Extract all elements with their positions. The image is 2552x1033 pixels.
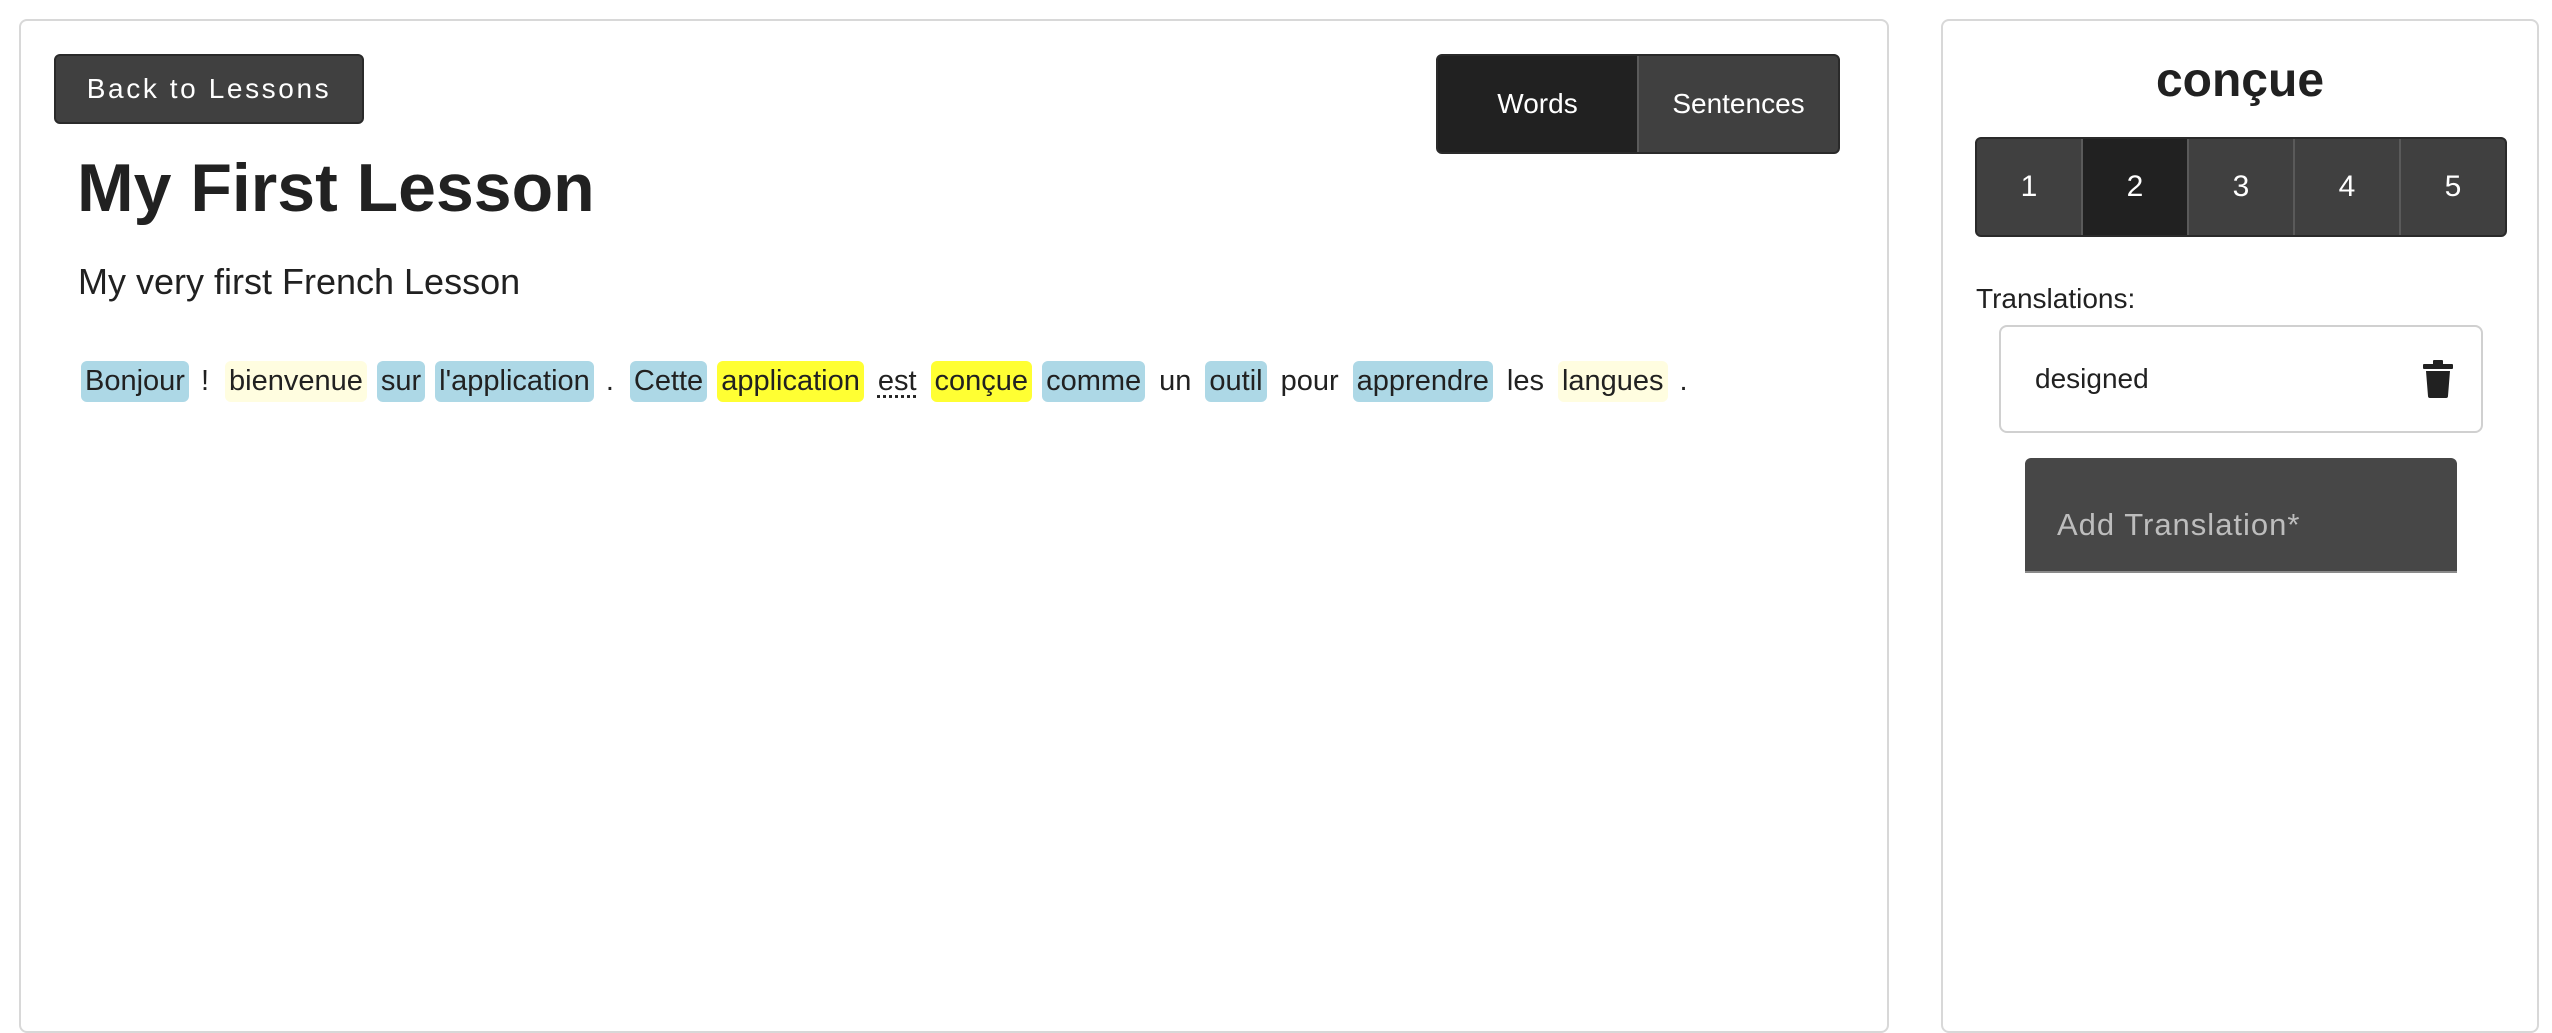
word-token[interactable]: application xyxy=(717,361,864,402)
back-to-lessons-button[interactable]: Back to Lessons xyxy=(54,54,364,124)
add-translation-input[interactable] xyxy=(2025,458,2457,573)
punctuation-token: . xyxy=(1679,365,1688,397)
word-token[interactable]: conçue xyxy=(930,361,1033,402)
level-5-button[interactable]: 5 xyxy=(2399,139,2505,235)
word-token[interactable]: sur xyxy=(376,361,426,402)
word-token[interactable]: Bonjour xyxy=(81,361,189,402)
word-token[interactable]: est xyxy=(874,361,921,402)
punctuation-token: ! xyxy=(200,365,210,397)
word-token[interactable]: comme xyxy=(1042,361,1146,402)
word-token[interactable]: pour xyxy=(1277,361,1343,402)
lesson-description: My very first French Lesson xyxy=(78,261,521,302)
word-detail-panel: conçue 1 2 3 4 5 Translations: designed xyxy=(1941,19,2539,1033)
lesson-text: Bonjour! bienvenue sur l'application. Cette a… xyxy=(81,361,1704,402)
word-token[interactable]: outil xyxy=(1205,361,1267,402)
punctuation-token: . xyxy=(605,365,614,397)
word-token[interactable]: l'application xyxy=(435,361,594,402)
mode-words-button[interactable]: Words xyxy=(1438,56,1637,152)
translations-label: Translations: xyxy=(1976,283,2136,314)
word-token[interactable]: bienvenue xyxy=(225,361,367,402)
selected-word-heading: conçue xyxy=(2155,54,2325,107)
level-4-button[interactable]: 4 xyxy=(2293,139,2399,235)
lesson-title: My First Lesson xyxy=(77,150,595,226)
word-token[interactable]: langues xyxy=(1557,361,1668,402)
mode-sentences-button[interactable]: Sentences xyxy=(1637,56,1838,152)
translation-text: designed xyxy=(2035,363,2149,394)
lesson-reader-panel: Back to Lessons Words Sentences My First… xyxy=(19,19,1889,1033)
familiarity-level-group: 1 2 3 4 5 xyxy=(1975,137,2507,237)
word-token[interactable]: les xyxy=(1503,361,1548,402)
word-token[interactable]: Cette xyxy=(629,361,708,402)
trash-icon[interactable] xyxy=(2423,360,2453,398)
level-3-button[interactable]: 3 xyxy=(2187,139,2293,235)
word-token[interactable]: un xyxy=(1155,361,1195,402)
translation-item: designed xyxy=(1999,325,2483,433)
word-token[interactable]: apprendre xyxy=(1352,361,1493,402)
level-1-button[interactable]: 1 xyxy=(1977,139,2081,235)
level-2-button[interactable]: 2 xyxy=(2081,139,2187,235)
view-mode-toggle: Words Sentences xyxy=(1436,54,1840,154)
